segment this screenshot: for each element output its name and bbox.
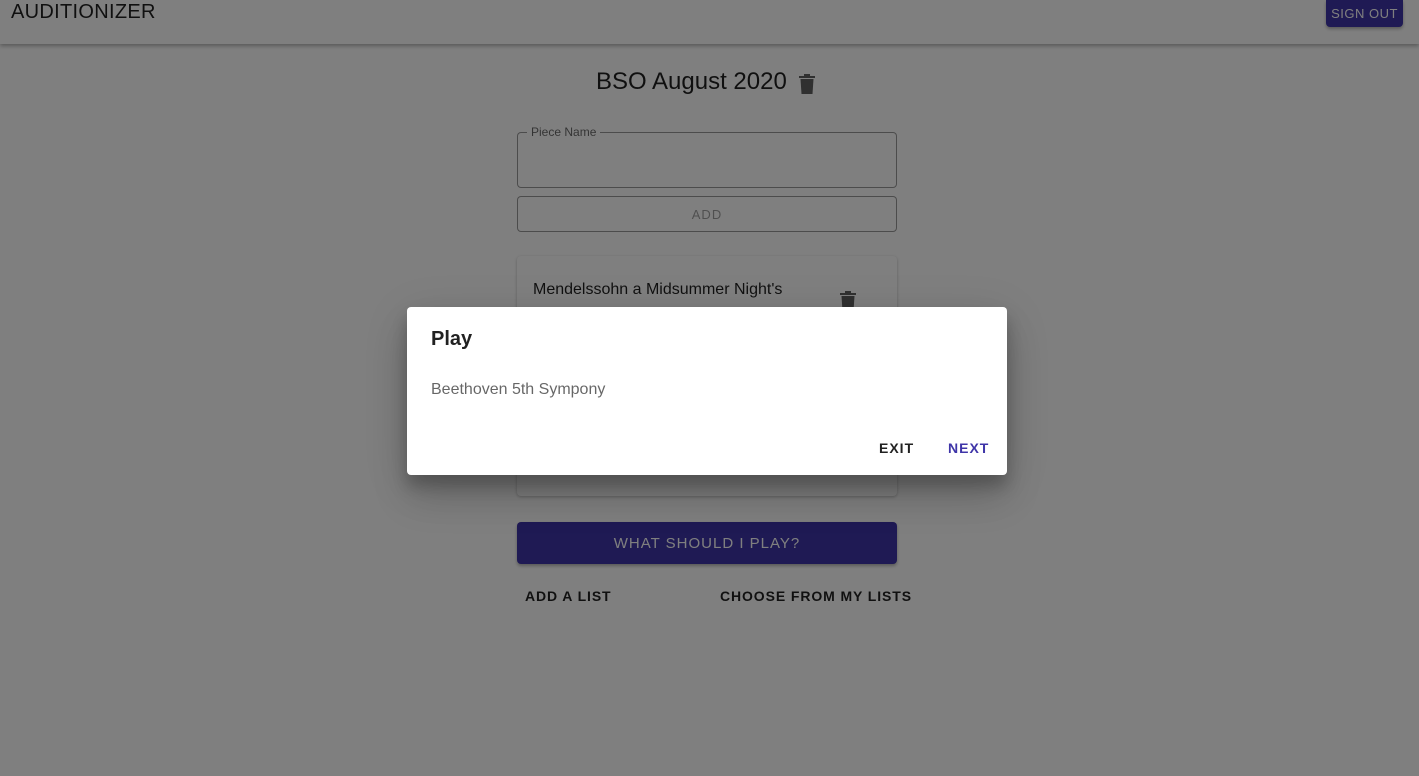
play-dialog: Play Beethoven 5th Sympony EXIT NEXT [407, 307, 1007, 475]
exit-button[interactable]: EXIT [879, 440, 914, 460]
dialog-content: Beethoven 5th Sympony [431, 381, 606, 398]
dialog-title: Play [431, 328, 473, 350]
next-button[interactable]: NEXT [948, 440, 989, 460]
